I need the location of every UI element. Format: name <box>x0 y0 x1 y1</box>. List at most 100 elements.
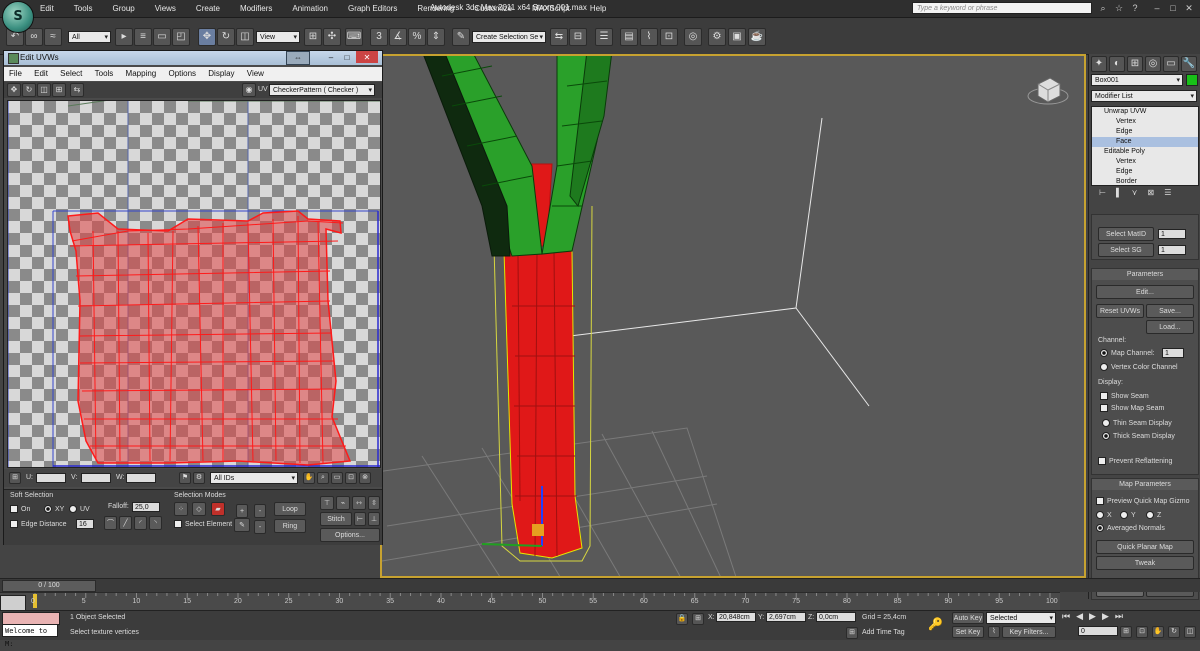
window-crossing-icon[interactable]: ◰ <box>172 28 190 46</box>
z-field[interactable]: 0,0cm <box>816 612 856 622</box>
falloff-field[interactable]: 25,0 <box>132 502 160 512</box>
menu-create[interactable]: Create <box>186 2 230 16</box>
edge-distance-field[interactable]: 16 <box>76 519 94 529</box>
stack-item-edge[interactable]: Edge <box>1092 127 1198 137</box>
show-seam-checkbox[interactable]: Show Seam <box>1100 392 1149 400</box>
reference-coordinate-select[interactable]: View <box>256 31 300 44</box>
time-tag-icon[interactable]: ⊞ <box>846 627 858 639</box>
modifier-stack[interactable]: Unwrap UVW Vertex Edge Face Editable Pol… <box>1091 106 1199 186</box>
show-end-result-icon[interactable]: ▌ <box>1116 188 1122 202</box>
add-time-tag[interactable]: Add Time Tag <box>862 629 905 636</box>
uv-minimize-icon[interactable]: – <box>324 51 338 63</box>
texture-select[interactable]: CheckerPattern ( Checker ) <box>269 84 375 97</box>
select-object-icon[interactable]: ▸ <box>115 28 133 46</box>
parameters-rollout-header[interactable]: Parameters <box>1092 269 1198 280</box>
axis-z-radio[interactable]: Z <box>1146 511 1161 519</box>
mirror-v-icon[interactable]: ⊥ <box>368 512 380 526</box>
shrink-selection-icon[interactable]: - <box>254 504 266 518</box>
default-tangent-icon[interactable]: ⌇ <box>988 626 1000 638</box>
curve-editor-icon[interactable]: ⌇ <box>640 28 658 46</box>
y-field[interactable]: 2,697cm <box>766 612 806 622</box>
u-field[interactable] <box>36 473 66 483</box>
tweak-button[interactable]: Tweak <box>1096 556 1194 570</box>
falloff-curve-3-icon[interactable]: ◜ <box>134 516 147 530</box>
make-unique-icon[interactable]: ⋎ <box>1132 188 1138 202</box>
options-button[interactable]: Options... <box>320 528 380 542</box>
material-editor-icon[interactable]: ◎ <box>684 28 702 46</box>
application-button[interactable]: S <box>2 1 34 33</box>
rotate-icon[interactable]: ↻ <box>217 28 235 46</box>
quick-planar-map-button[interactable]: Quick Planar Map <box>1096 540 1194 554</box>
mirror-icon[interactable]: ⇆ <box>550 28 568 46</box>
stack-item-unwrap[interactable]: Unwrap UVW <box>1092 107 1198 117</box>
paint-select-icon[interactable]: ✎ <box>234 518 250 532</box>
next-frame-icon[interactable]: ▶ <box>1102 611 1109 624</box>
search-input[interactable]: Type a keyword or phrase <box>912 2 1092 14</box>
time-slider-thumb[interactable]: 0 / 100 <box>2 580 96 592</box>
object-color-swatch[interactable] <box>1186 74 1198 86</box>
grid-snap-icon[interactable]: ⊗ <box>359 472 371 484</box>
preview-gizmo-checkbox[interactable]: Preview Quick Map Gizmo <box>1096 497 1189 505</box>
pan-icon[interactable]: ✋ <box>303 472 315 484</box>
prevent-reflattening-checkbox[interactable]: Prevent Reflattening <box>1098 457 1172 465</box>
select-matid-button[interactable]: Select MatID <box>1098 227 1154 241</box>
load-button[interactable]: Load... <box>1146 320 1194 334</box>
unlink-icon[interactable]: ≈ <box>44 28 62 46</box>
paint-size-icon[interactable]: - <box>254 520 266 534</box>
map-channel-field[interactable]: 1 <box>1162 348 1184 358</box>
falloff-curve-2-icon[interactable]: ╱ <box>119 516 132 530</box>
pin-stack-icon[interactable]: ⊢ <box>1099 188 1106 202</box>
thin-seam-radio[interactable]: Thin Seam Display <box>1102 419 1172 427</box>
stack-item-poly-edge[interactable]: Edge <box>1092 167 1198 177</box>
select-by-name-icon[interactable]: ≡ <box>134 28 152 46</box>
zoom-icon[interactable]: ⌕ <box>317 472 329 484</box>
orbit-icon[interactable]: ↻ <box>1168 626 1180 638</box>
zoom-extents-all-icon[interactable]: ⊡ <box>1136 626 1148 638</box>
select-sg-button[interactable]: Select SG <box>1098 243 1154 257</box>
minimize-icon[interactable]: – <box>1150 2 1164 14</box>
stack-item-vertex[interactable]: Vertex <box>1092 117 1198 127</box>
perspective-viewport[interactable] <box>380 54 1086 578</box>
show-map-icon[interactable]: ◉ <box>242 83 256 97</box>
zoom-region-icon[interactable]: ▭ <box>331 472 343 484</box>
menu-animation[interactable]: Animation <box>282 2 338 16</box>
help-icon[interactable]: ? <box>1128 2 1142 14</box>
configure-sets-icon[interactable]: ☰ <box>1164 188 1171 202</box>
edit-button[interactable]: Edit... <box>1096 285 1194 299</box>
edit-named-selection-icon[interactable]: ✎ <box>452 28 470 46</box>
map-channel-radio[interactable]: Map Channel: <box>1100 349 1155 357</box>
averaged-normals-radio[interactable]: Averaged Normals <box>1096 524 1165 532</box>
axis-x-radio[interactable]: X <box>1096 511 1112 519</box>
break-icon[interactable]: ⇿ <box>352 496 366 510</box>
maximize-viewport-icon[interactable]: ◫ <box>1184 626 1196 638</box>
menu-group[interactable]: Group <box>102 2 144 16</box>
soft-on-checkbox[interactable]: On <box>10 505 30 513</box>
restore-arrows-icon[interactable]: ⇔ <box>286 51 310 65</box>
named-selection-set-select[interactable]: Create Selection Se <box>472 31 546 44</box>
absolute-mode-icon[interactable]: ⊞ <box>9 472 21 484</box>
layer-manager-icon[interactable]: ☰ <box>595 28 613 46</box>
uv-rotate-icon[interactable]: ↻ <box>22 83 36 97</box>
menu-edit[interactable]: Edit <box>30 2 64 16</box>
stack-item-editable-poly[interactable]: Editable Poly <box>1092 147 1198 157</box>
w-field[interactable] <box>126 473 156 483</box>
rect-selection-icon[interactable]: ▭ <box>153 28 171 46</box>
falloff-curve-1-icon[interactable]: ⌒ <box>104 516 117 530</box>
uv-menu-tools[interactable]: Tools <box>90 69 119 78</box>
uv-menu-view[interactable]: View <box>242 69 269 78</box>
key-mode-select[interactable]: Selected <box>986 612 1056 625</box>
absolute-offset-icon[interactable]: ⊞ <box>692 613 704 625</box>
lock-selection-icon[interactable]: ⚑ <box>179 472 191 484</box>
maxscript-mini-listener[interactable] <box>2 612 60 625</box>
align-icon[interactable]: ⊟ <box>569 28 587 46</box>
uv-freeform-icon[interactable]: ⊞ <box>52 83 66 97</box>
pivot-icon[interactable]: ⊞ <box>304 28 322 46</box>
selection-filter-select[interactable]: All <box>68 31 111 44</box>
uv-menu-select[interactable]: Select <box>55 69 87 78</box>
time-configuration-icon[interactable]: ⊞ <box>1120 626 1132 638</box>
uv-close-icon[interactable]: ✕ <box>356 51 378 63</box>
uv-scale-icon[interactable]: ◫ <box>37 83 51 97</box>
snap-3d-icon[interactable]: 3 <box>370 28 388 46</box>
xy-radio[interactable]: XY <box>44 505 64 513</box>
percent-snap-icon[interactable]: % <box>408 28 426 46</box>
